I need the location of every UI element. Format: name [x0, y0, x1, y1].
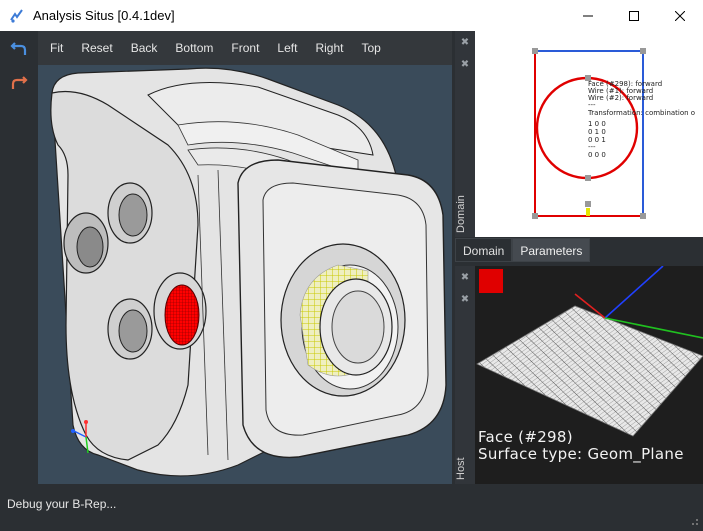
view-toolbar: Fit Reset Back Bottom Front Left Right T… [38, 31, 452, 65]
face-label: Face (#298) [478, 428, 573, 446]
resize-grip-icon[interactable] [689, 513, 699, 525]
domain-dock-handle: ✖ ✖ Domain [455, 31, 475, 237]
host-dock-handle: ✖ ✖ Host [455, 266, 475, 484]
left-toolbar [0, 31, 38, 484]
panel-tabs: Domain Parameters [455, 238, 591, 262]
domain-info-line: Transformation: combination o [587, 109, 695, 117]
reset-button[interactable]: Reset [72, 31, 121, 65]
redo-button[interactable] [9, 73, 29, 93]
front-view-button[interactable]: Front [222, 31, 268, 65]
close-icon [675, 10, 685, 21]
window-title: Analysis Situs [0.4.1dev] [33, 8, 175, 23]
undo-icon [9, 42, 29, 63]
title-bar: Analysis Situs [0.4.1dev] [0, 0, 703, 31]
tab-domain[interactable]: Domain [455, 238, 513, 262]
domain-info-line: --- [588, 143, 596, 151]
fit-button[interactable]: Fit [38, 31, 72, 65]
host-close-icon[interactable]: ✖ [459, 272, 471, 284]
domain-float-icon[interactable]: ✖ [459, 59, 471, 71]
domain-canvas: Face (#298): forward Wire (#1): forward … [532, 48, 695, 219]
right-view-button[interactable]: Right [306, 31, 352, 65]
domain-dock-label: Domain [455, 195, 467, 233]
domain-info-line: --- [588, 101, 596, 109]
domain-info-line: 0 1 0 [588, 128, 606, 136]
face-color-swatch [479, 269, 503, 293]
status-bar: Debug your B-Rep... [0, 484, 703, 527]
bottom-view-button[interactable]: Bottom [166, 31, 222, 65]
domain-info-line: Wire (#2): forward [588, 94, 653, 102]
close-button[interactable] [657, 0, 703, 31]
minimize-icon [583, 11, 593, 21]
left-view-button[interactable]: Left [268, 31, 306, 65]
host-float-icon[interactable]: ✖ [459, 294, 471, 306]
minimize-button[interactable] [565, 0, 611, 31]
domain-close-icon[interactable]: ✖ [459, 37, 471, 49]
top-view-button[interactable]: Top [352, 31, 389, 65]
domain-view[interactable]: Face (#298): forward Wire (#1): forward … [475, 31, 703, 237]
right-panel: ✖ ✖ Domain Face (#298): forward Wire (#1… [455, 31, 703, 484]
part-3d-viewport[interactable] [38, 65, 452, 484]
host-view[interactable]: Face (#298) Surface type: Geom_Plane [475, 266, 703, 484]
window-controls [565, 0, 703, 31]
host-dock-label: Host [455, 457, 467, 480]
part-model [50, 67, 447, 477]
status-message: Debug your B-Rep... [7, 497, 117, 511]
maximize-button[interactable] [611, 0, 657, 31]
app-logo-icon [9, 8, 25, 24]
redo-icon [9, 76, 29, 97]
tab-parameters[interactable]: Parameters [512, 238, 591, 262]
back-view-button[interactable]: Back [122, 31, 167, 65]
domain-info-line: 1 0 0 [588, 120, 606, 128]
maximize-icon [629, 10, 639, 21]
surface-type-label: Surface type: Geom_Plane [478, 445, 684, 463]
domain-info-line: 0 0 0 [588, 151, 606, 159]
undo-button[interactable] [9, 39, 29, 59]
